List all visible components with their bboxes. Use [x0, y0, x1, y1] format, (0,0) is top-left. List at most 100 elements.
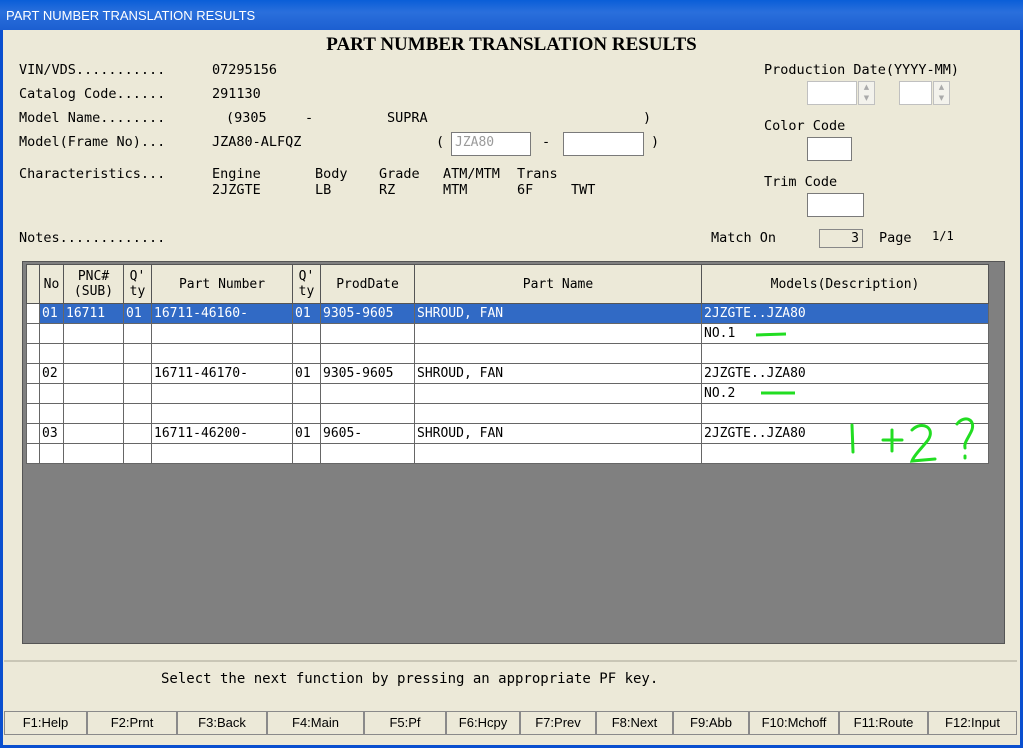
- table-cell: [292, 443, 321, 464]
- catalog-code-label: Catalog Code......: [19, 86, 166, 102]
- table-cell: SHROUD, FAN: [414, 303, 702, 324]
- production-year-input[interactable]: [807, 81, 857, 105]
- table-cell: [63, 383, 124, 404]
- table-body: 01 16711 01 16711-46160- 01 9305-9605 SHROUD, …: [26, 303, 989, 464]
- row-selector[interactable]: [26, 323, 40, 344]
- table-cell: [63, 363, 124, 384]
- row-selector[interactable]: [26, 403, 40, 424]
- frame-open: (: [436, 134, 445, 150]
- notes-label: Notes.............: [19, 230, 166, 246]
- table-row[interactable]: [26, 443, 989, 464]
- f3-back-button[interactable]: F3:Back: [177, 711, 267, 735]
- column-header[interactable]: Q' ty: [123, 264, 152, 304]
- column-header[interactable]: Part Number: [151, 264, 293, 304]
- column-header[interactable]: PNC# (SUB): [63, 264, 124, 304]
- table-cell: 01: [292, 363, 321, 384]
- table-cell: [123, 383, 152, 404]
- f4-main-button[interactable]: F4:Main: [267, 711, 364, 735]
- table-cell: 01: [39, 303, 64, 324]
- row-selector[interactable]: [26, 343, 40, 364]
- row-selector[interactable]: [26, 363, 40, 384]
- row-selector[interactable]: [26, 423, 40, 444]
- color-code-label: Color Code: [764, 118, 846, 134]
- window-title: PART NUMBER TRANSLATION RESULTS: [6, 8, 256, 23]
- table-row[interactable]: NO.1: [26, 323, 989, 344]
- table-cell: [123, 443, 152, 464]
- column-header[interactable]: No: [39, 264, 64, 304]
- row-selector[interactable]: [26, 443, 40, 464]
- page-value: 1/1: [932, 229, 954, 243]
- table-cell: 16711-46160-: [151, 303, 293, 324]
- trim-code-label: Trim Code: [764, 174, 838, 190]
- title-bar: PART NUMBER TRANSLATION RESULTS: [0, 0, 1023, 30]
- table-row[interactable]: [26, 403, 989, 424]
- table-cell: 2JZGTE..JZA80: [701, 423, 989, 444]
- f11-route-button[interactable]: F11:Route: [839, 711, 928, 735]
- table-cell: [63, 323, 124, 344]
- table-cell: [63, 443, 124, 464]
- frame-no-label: Model(Frame No)...: [19, 134, 166, 150]
- table-cell: [414, 323, 702, 344]
- char-value-extra: TWT: [571, 182, 596, 198]
- color-code-input[interactable]: [807, 137, 852, 161]
- column-header[interactable]: Q' ty: [292, 264, 321, 304]
- frame-input-1[interactable]: JZA80: [451, 132, 531, 156]
- char-value-engine: 2JZGTE: [212, 182, 261, 198]
- table-cell: [151, 403, 293, 424]
- trim-code-input[interactable]: [807, 193, 864, 217]
- table-cell: [414, 403, 702, 424]
- table-cell: [320, 443, 415, 464]
- table-row[interactable]: 01 16711 01 16711-46160- 01 9305-9605 SHROUD, …: [26, 303, 989, 324]
- char-value-trans: 6F: [517, 182, 534, 198]
- table-cell: [701, 343, 989, 364]
- production-year-spinner[interactable]: ▲ ▼: [858, 81, 875, 105]
- table-cell: [320, 323, 415, 344]
- table-cell: [39, 403, 64, 424]
- table-cell: NO.1: [701, 323, 989, 344]
- results-table: No PNC# (SUB) Q' ty Part Number Q' ty Pr…: [26, 264, 989, 464]
- f5-pf-button[interactable]: F5:Pf: [364, 711, 446, 735]
- table-cell: [63, 423, 124, 444]
- row-selector[interactable]: [26, 383, 40, 404]
- table-cell: [701, 403, 989, 424]
- f10-mchoff-button[interactable]: F10:Mchoff: [749, 711, 839, 735]
- table-cell: 01: [292, 303, 321, 324]
- table-row[interactable]: [26, 343, 989, 364]
- table-row[interactable]: NO.2: [26, 383, 989, 404]
- f2-print-button[interactable]: F2:Prnt: [87, 711, 177, 735]
- column-header[interactable]: Part Name: [414, 264, 702, 304]
- table-row[interactable]: 03 16711-46200- 01 9605- SHROUD, FAN 2JZGTE..…: [26, 423, 989, 444]
- char-value-body: LB: [315, 182, 332, 198]
- f12-input-button[interactable]: F12:Input: [928, 711, 1017, 735]
- f1-help-button[interactable]: F1:Help: [4, 711, 87, 735]
- table-cell: [123, 423, 152, 444]
- model-name-close: ): [643, 110, 652, 126]
- row-selector[interactable]: [26, 303, 40, 324]
- column-header[interactable]: Models(Description): [701, 264, 989, 304]
- production-month-input[interactable]: [899, 81, 932, 105]
- f9-abb-button[interactable]: F9:Abb: [673, 711, 749, 735]
- f7-prev-button[interactable]: F7:Prev: [520, 711, 596, 735]
- f6-hardcopy-button[interactable]: F6:Hcpy: [446, 711, 520, 735]
- production-month-spinner[interactable]: ▲ ▼: [933, 81, 950, 105]
- frame-input-2[interactable]: [563, 132, 644, 156]
- table-cell: NO.2: [701, 383, 989, 404]
- table-cell: 9305-9605: [320, 363, 415, 384]
- table-cell: 03: [39, 423, 64, 444]
- results-grid[interactable]: No PNC# (SUB) Q' ty Part Number Q' ty Pr…: [22, 261, 1005, 644]
- char-value-grade: RZ: [379, 182, 396, 198]
- table-cell: SHROUD, FAN: [414, 363, 702, 384]
- table-cell: [39, 383, 64, 404]
- char-value-atm: MTM: [443, 182, 468, 198]
- column-header[interactable]: ProdDate: [320, 264, 415, 304]
- table-cell: [123, 363, 152, 384]
- frame-close: ): [651, 134, 660, 150]
- table-cell: 9305-9605: [320, 303, 415, 324]
- table-row[interactable]: 02 16711-46170- 01 9305-9605 SHROUD, FAN 2JZG…: [26, 363, 989, 384]
- f8-next-button[interactable]: F8:Next: [596, 711, 673, 735]
- model-name-open: (9305: [226, 110, 267, 126]
- char-header-body: Body: [315, 166, 348, 182]
- model-name-label: Model Name........: [19, 110, 166, 126]
- char-header-trans: Trans: [517, 166, 558, 182]
- table-header-row: No PNC# (SUB) Q' ty Part Number Q' ty Pr…: [26, 264, 989, 304]
